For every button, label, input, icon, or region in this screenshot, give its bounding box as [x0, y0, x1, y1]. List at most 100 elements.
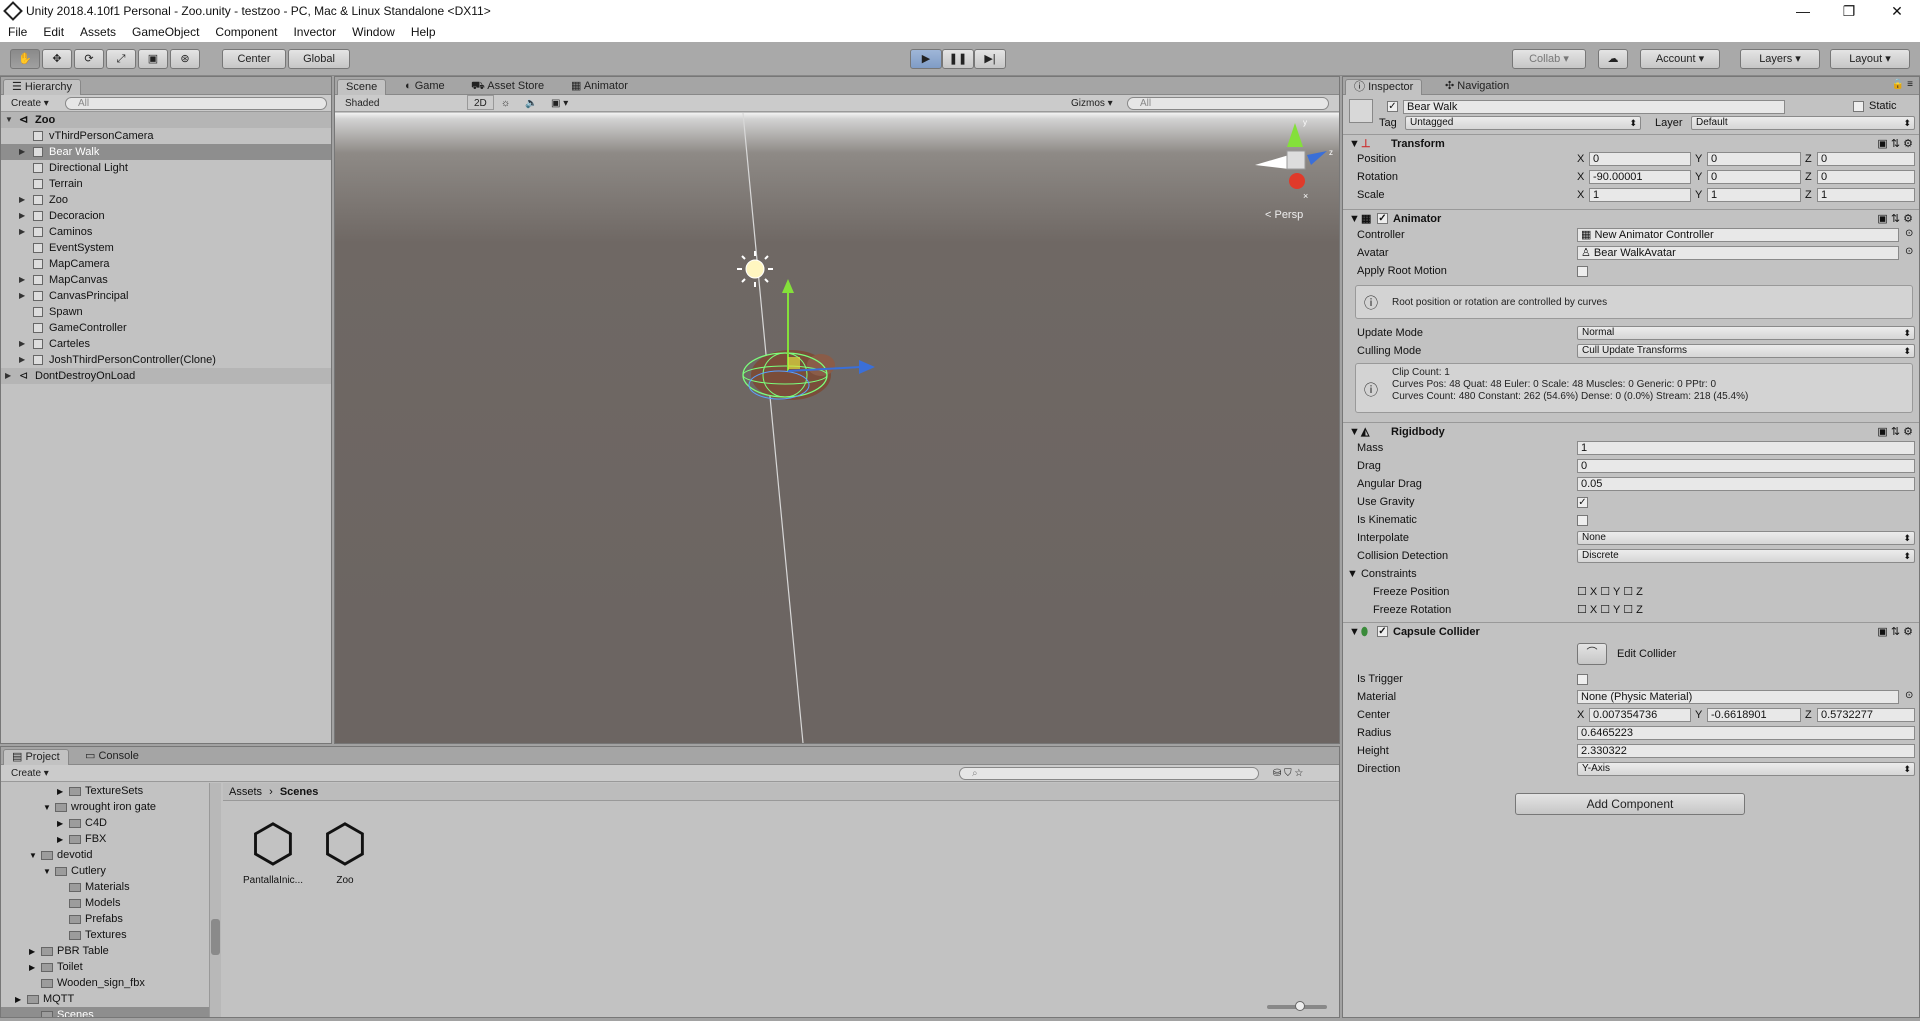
folder-arrow-icon[interactable]: ▼	[43, 864, 55, 880]
layer-dropdown[interactable]: Default	[1691, 116, 1915, 130]
expand-arrow-icon[interactable]: ▶	[19, 192, 25, 208]
orientation-gizmo-icon[interactable]: y z ×	[1255, 118, 1333, 201]
collab-button[interactable]: Collab ▾	[1512, 49, 1586, 69]
position-x-field[interactable]: 0	[1589, 152, 1691, 166]
directional-light-icon[interactable]	[737, 251, 773, 287]
folder-arrow-icon[interactable]: ▶	[57, 816, 69, 832]
use-gravity-checkbox[interactable]: ✓	[1577, 497, 1588, 508]
cloud-icon[interactable]: ☁	[1598, 49, 1628, 69]
update-mode-dropdown[interactable]: Normal	[1577, 326, 1915, 340]
object-picker-icon[interactable]: ⊙	[1905, 690, 1913, 701]
tab-scene[interactable]: Scene	[337, 79, 387, 95]
controller-field[interactable]: ▦ New Animator Controller	[1577, 228, 1899, 242]
gizmos-dropdown[interactable]: Gizmos ▾	[1065, 96, 1119, 111]
material-field[interactable]: None (Physic Material)	[1577, 690, 1899, 704]
freeze-position-axes[interactable]: ☐ X ☐ Y ☐ Z	[1577, 585, 1643, 598]
breadcrumb-assets[interactable]: Assets	[229, 786, 262, 798]
hierarchy-row[interactable]: MapCamera	[1, 256, 331, 272]
tag-dropdown[interactable]: Untagged	[1405, 116, 1641, 130]
tree-scrollbar-thumb[interactable]	[211, 919, 220, 955]
hierarchy-row[interactable]: vThirdPersonCamera	[1, 128, 331, 144]
breadcrumb-scenes[interactable]: Scenes	[280, 786, 319, 798]
scene-expand-arrow-icon[interactable]: ▼	[5, 112, 13, 128]
menu-edit[interactable]: Edit	[35, 25, 72, 39]
step-button[interactable]: ▶|	[974, 49, 1006, 69]
direction-dropdown[interactable]: Y-Axis	[1577, 762, 1915, 776]
scene-root-row[interactable]: ▼ ⊲ Zoo	[1, 112, 331, 128]
component-menu-icon[interactable]: ▣ ⇅ ⚙	[1877, 210, 1913, 228]
menu-window[interactable]: Window	[344, 25, 403, 39]
drag-field[interactable]: 0	[1577, 459, 1915, 473]
expand-arrow-icon[interactable]: ▶	[19, 272, 25, 288]
lighting-toggle-icon[interactable]: ☼	[495, 96, 516, 111]
menu-component[interactable]: Component	[207, 25, 285, 39]
rotate-tool-icon[interactable]: ⟳	[74, 49, 104, 69]
layout-dropdown[interactable]: Layout ▾	[1830, 49, 1910, 69]
hierarchy-row[interactable]: ▶ Zoo	[1, 192, 331, 208]
hierarchy-row[interactable]: EventSystem	[1, 240, 331, 256]
tab-console[interactable]: ▭ Console	[77, 749, 147, 765]
menu-assets[interactable]: Assets	[72, 25, 124, 39]
object-picker-icon[interactable]: ⊙	[1905, 228, 1913, 239]
foldout-arrow-icon[interactable]: ▼	[1349, 423, 1360, 441]
pivot-center-button[interactable]: Center	[222, 49, 286, 69]
persp-label[interactable]: < Persp	[1265, 209, 1303, 221]
interpolate-dropdown[interactable]: None	[1577, 531, 1915, 545]
hierarchy-row[interactable]: ▶ JoshThirdPersonController(Clone)	[1, 352, 331, 368]
hierarchy-row[interactable]: ▶ MapCanvas	[1, 272, 331, 288]
play-button[interactable]: ▶	[910, 49, 942, 69]
account-dropdown[interactable]: Account ▾	[1640, 49, 1720, 69]
project-folder-row[interactable]: Scenes	[1, 1007, 211, 1017]
close-button[interactable]: ✕	[1874, 0, 1920, 22]
hierarchy-row[interactable]: Directional Light	[1, 160, 331, 176]
folder-arrow-icon[interactable]: ▶	[57, 832, 69, 848]
menu-invector[interactable]: Invector	[285, 25, 344, 39]
animator-enabled-checkbox[interactable]: ✓	[1377, 213, 1388, 224]
capsule-enabled-checkbox[interactable]: ✓	[1377, 626, 1388, 637]
avatar-field[interactable]: ♙ Bear WalkAvatar	[1577, 246, 1899, 260]
project-folder-row[interactable]: ▼ devotid	[29, 847, 92, 863]
hierarchy-row[interactable]: ▶ CanvasPrincipal	[1, 288, 331, 304]
center-z-field[interactable]: 0.5732277	[1817, 708, 1915, 722]
tab-asset-store[interactable]: ⛟ Asset Store	[463, 79, 552, 95]
component-menu-icon[interactable]: ▣ ⇅ ⚙	[1877, 423, 1913, 441]
asset-scene-pantalla[interactable]: ⬡ PantallaInic...	[235, 813, 311, 893]
hierarchy-row[interactable]: ▶ Carteles	[1, 336, 331, 352]
menu-help[interactable]: Help	[403, 25, 444, 39]
rigidbody-header[interactable]: ▼ ◭ Rigidbody ▣ ⇅ ⚙	[1343, 422, 1919, 440]
position-y-field[interactable]: 0	[1707, 152, 1801, 166]
component-menu-icon[interactable]: ▣ ⇅ ⚙	[1877, 623, 1913, 641]
hierarchy-row[interactable]: GameController	[1, 320, 331, 336]
project-folder-row[interactable]: Wooden_sign_fbx	[29, 975, 145, 991]
scale-z-field[interactable]: 1	[1817, 188, 1915, 202]
is-kinematic-checkbox[interactable]	[1577, 515, 1588, 526]
height-field[interactable]: 2.330322	[1577, 744, 1915, 758]
shading-dropdown[interactable]: Shaded	[339, 96, 459, 111]
hierarchy-search-input[interactable]: All	[65, 97, 327, 110]
project-folder-row[interactable]: Prefabs	[57, 911, 123, 927]
mass-field[interactable]: 1	[1577, 441, 1915, 455]
hierarchy-row[interactable]: Terrain	[1, 176, 331, 192]
expand-arrow-icon[interactable]: ▶	[19, 352, 25, 368]
is-trigger-checkbox[interactable]	[1577, 674, 1588, 685]
transform-tool-icon[interactable]: ⊛	[170, 49, 200, 69]
folder-arrow-icon[interactable]: ▼	[43, 800, 55, 816]
expand-arrow-icon[interactable]: ▶	[19, 224, 25, 240]
minimize-button[interactable]: —	[1780, 0, 1826, 22]
rotation-x-field[interactable]: -90.00001	[1589, 170, 1691, 184]
hierarchy-row[interactable]: ▶ Caminos	[1, 224, 331, 240]
active-checkbox[interactable]: ✓	[1387, 101, 1398, 112]
edit-collider-button[interactable]: ⌒	[1577, 643, 1607, 665]
folder-arrow-icon[interactable]: ▼	[29, 848, 41, 864]
folder-arrow-icon[interactable]: ▶	[29, 944, 41, 960]
dont-destroy-arrow-icon[interactable]: ▶	[5, 368, 11, 384]
radius-field[interactable]: 0.6465223	[1577, 726, 1915, 740]
tab-hierarchy[interactable]: ☰ Hierarchy	[3, 79, 81, 95]
tab-inspector[interactable]: ⓘ Inspector	[1345, 79, 1423, 95]
root-motion-checkbox[interactable]	[1577, 266, 1588, 277]
constraints-foldout[interactable]: ▼ Constraints	[1347, 568, 1417, 580]
menu-gameobject[interactable]: GameObject	[124, 25, 207, 39]
transform-header[interactable]: ▼ ⊥ Transform ▣ ⇅ ⚙	[1343, 134, 1919, 152]
foldout-arrow-icon[interactable]: ▼	[1349, 135, 1360, 153]
component-menu-icon[interactable]: ▣ ⇅ ⚙	[1877, 135, 1913, 153]
